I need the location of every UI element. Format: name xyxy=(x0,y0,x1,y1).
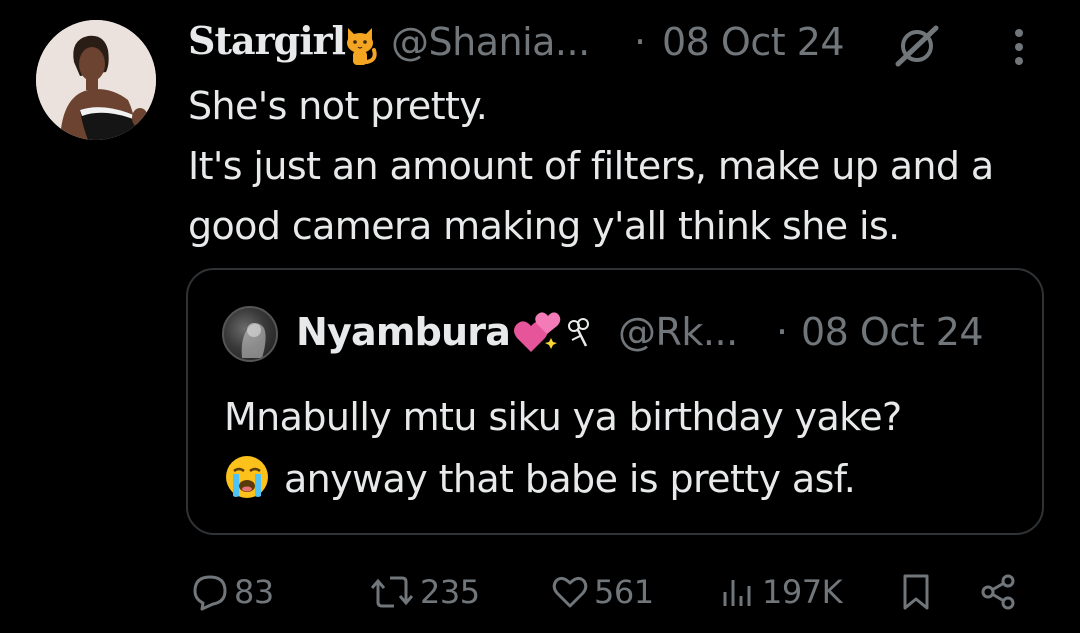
share-icon xyxy=(978,572,1018,612)
reply-count: 83 xyxy=(234,573,274,611)
heart-icon xyxy=(550,572,590,612)
views-count: 197K xyxy=(762,573,843,611)
quoted-text-line-2-content: anyway that babe is pretty asf. xyxy=(284,457,856,501)
quoted-tweet[interactable]: Nyambura @Rk... · 08 Oct 24 Mnabully mtu… xyxy=(186,268,1044,535)
tweet-date[interactable]: 08 Oct 24 xyxy=(662,20,845,64)
action-bar: 83 235 561 197K xyxy=(0,560,1080,624)
tweet: Stargirl @Shania... · 08 Oct 24 She's no… xyxy=(0,0,1080,633)
display-name[interactable]: Stargirl xyxy=(188,18,346,63)
reply-button[interactable]: 83 xyxy=(190,566,274,618)
like-button[interactable]: 561 xyxy=(550,566,654,618)
tweet-text: She's not pretty. It's just an amount of… xyxy=(188,84,994,248)
share-button[interactable] xyxy=(978,566,1018,618)
quoted-handle[interactable]: @Rk... xyxy=(618,310,738,354)
bookmark-button[interactable] xyxy=(896,566,936,618)
avatar[interactable] xyxy=(36,20,156,140)
views-button[interactable]: 197K xyxy=(718,566,843,618)
cat-emoji-icon xyxy=(340,22,380,68)
quoted-separator-dot: · xyxy=(776,310,789,354)
flower-icon xyxy=(566,316,592,350)
quoted-avatar[interactable] xyxy=(222,306,278,362)
separator-dot: · xyxy=(634,20,647,64)
bookmark-icon xyxy=(896,572,936,612)
analytics-icon xyxy=(718,572,758,612)
tweet-header: Stargirl @Shania... · 08 Oct 24 xyxy=(188,14,1068,74)
retweet-button[interactable]: 235 xyxy=(368,566,480,618)
handle[interactable]: @Shania... xyxy=(391,20,590,64)
grok-icon[interactable] xyxy=(892,24,942,68)
reply-icon xyxy=(190,572,230,612)
sparkling-hearts-icon xyxy=(511,308,561,356)
like-count: 561 xyxy=(594,573,654,611)
retweet-icon xyxy=(368,572,416,612)
loudly-crying-face-icon xyxy=(224,454,270,500)
quoted-text-line-1: Mnabully mtu siku ya birthday yake? xyxy=(224,395,902,439)
more-options-icon[interactable] xyxy=(1006,24,1032,70)
quoted-display-name[interactable]: Nyambura xyxy=(296,310,511,354)
quoted-text: Mnabully mtu siku ya birthday yake? anyw… xyxy=(224,386,1024,510)
retweet-count: 235 xyxy=(420,573,480,611)
quoted-date[interactable]: 08 Oct 24 xyxy=(801,310,984,354)
quoted-text-line-2: anyway that babe is pretty asf. xyxy=(224,448,1024,510)
